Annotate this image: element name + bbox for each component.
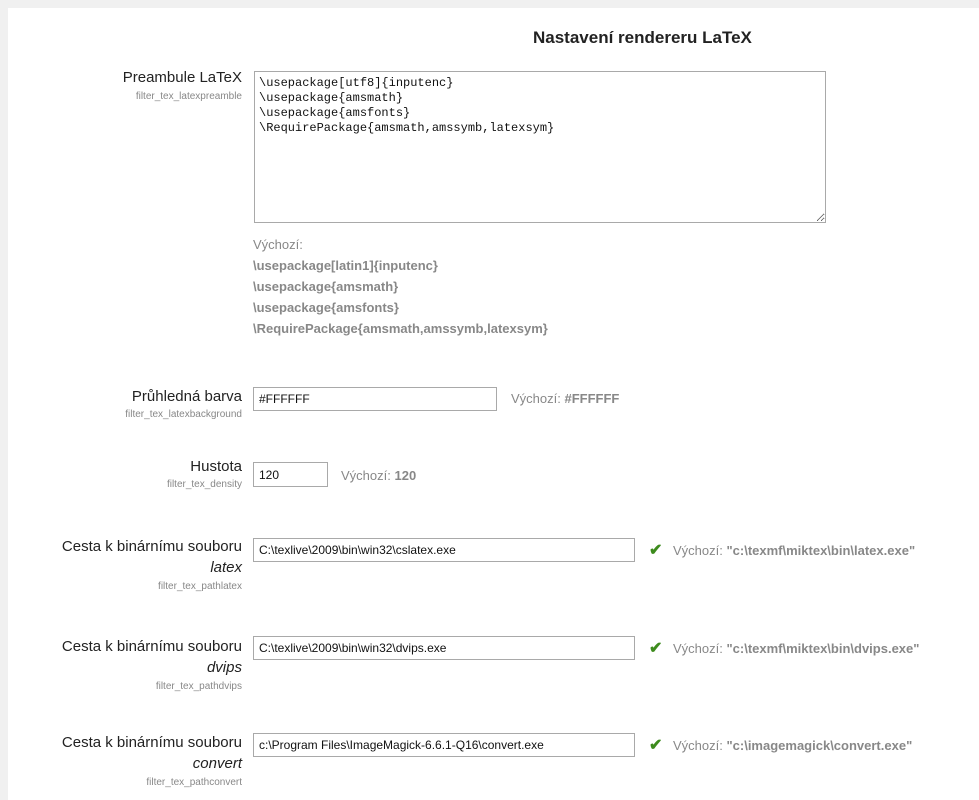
preamble-label: Preambule LaTeX (122, 69, 242, 86)
pathconvert-binary: convert (192, 755, 242, 772)
preamble-textarea[interactable]: \usepackage[utf8]{inputenc} \usepackage{… (254, 71, 826, 223)
check-icon: ✔ (649, 542, 663, 559)
pathconvert-label: Cesta k binárnímu souboru (61, 734, 242, 751)
background-default-label: Výchozí: (511, 391, 561, 406)
pathlatex-default-value: "c:\texmf\miktex\bin\latex.exe" (726, 543, 916, 558)
density-default: Výchozí: 120 (341, 468, 416, 483)
pathdvips-default-label: Výchozí: (673, 641, 723, 656)
pathlatex-label: Cesta k binárnímu souboru (61, 538, 242, 555)
background-input[interactable] (253, 387, 497, 411)
pathlatex-default: Výchozí: "c:\texmf\miktex\bin\latex.exe" (673, 543, 915, 558)
pathconvert-setting-name: filter_tex_pathconvert (146, 777, 242, 788)
check-icon: ✔ (649, 737, 663, 754)
section-title: Nastavení rendereru LaTeX (533, 28, 752, 47)
pathdvips-default: Výchozí: "c:\texmf\miktex\bin\dvips.exe" (673, 641, 919, 656)
pathdvips-default-value: "c:\texmf\miktex\bin\dvips.exe" (726, 641, 920, 656)
density-label: Hustota (190, 458, 242, 475)
pathconvert-input[interactable] (253, 733, 635, 757)
density-default-value: 120 (394, 468, 417, 483)
pathconvert-default-label: Výchozí: (673, 738, 723, 753)
density-setting-name: filter_tex_density (166, 479, 242, 490)
density-input[interactable] (253, 462, 328, 487)
pathdvips-binary: dvips (206, 659, 242, 676)
background-setting-name: filter_tex_latexbackground (125, 409, 242, 420)
preamble-default: Výchozí: \usepackage[latin1]{inputenc} \… (253, 234, 548, 339)
preamble-default-value: \usepackage[latin1]{inputenc} \usepackag… (253, 258, 548, 336)
pathconvert-default: Výchozí: "c:\imagemagick\convert.exe" (673, 738, 912, 753)
background-default-value: #FFFFFF (564, 391, 620, 406)
pathlatex-binary: latex (210, 559, 242, 576)
pathconvert-default-value: "c:\imagemagick\convert.exe" (726, 738, 913, 753)
pathlatex-default-label: Výchozí: (673, 543, 723, 558)
check-icon: ✔ (649, 640, 663, 657)
preamble-setting-name: filter_tex_latexpreamble (135, 91, 242, 102)
background-label: Průhledná barva (131, 388, 242, 405)
pathlatex-input[interactable] (253, 538, 635, 562)
preamble-default-label: Výchozí: (253, 237, 303, 252)
density-default-label: Výchozí: (341, 468, 391, 483)
pathlatex-setting-name: filter_tex_pathlatex (158, 581, 242, 592)
pathdvips-setting-name: filter_tex_pathdvips (155, 681, 242, 692)
pathdvips-input[interactable] (253, 636, 635, 660)
pathdvips-label: Cesta k binárnímu souboru (61, 638, 242, 655)
background-default: Výchozí: #FFFFFF (511, 391, 619, 406)
